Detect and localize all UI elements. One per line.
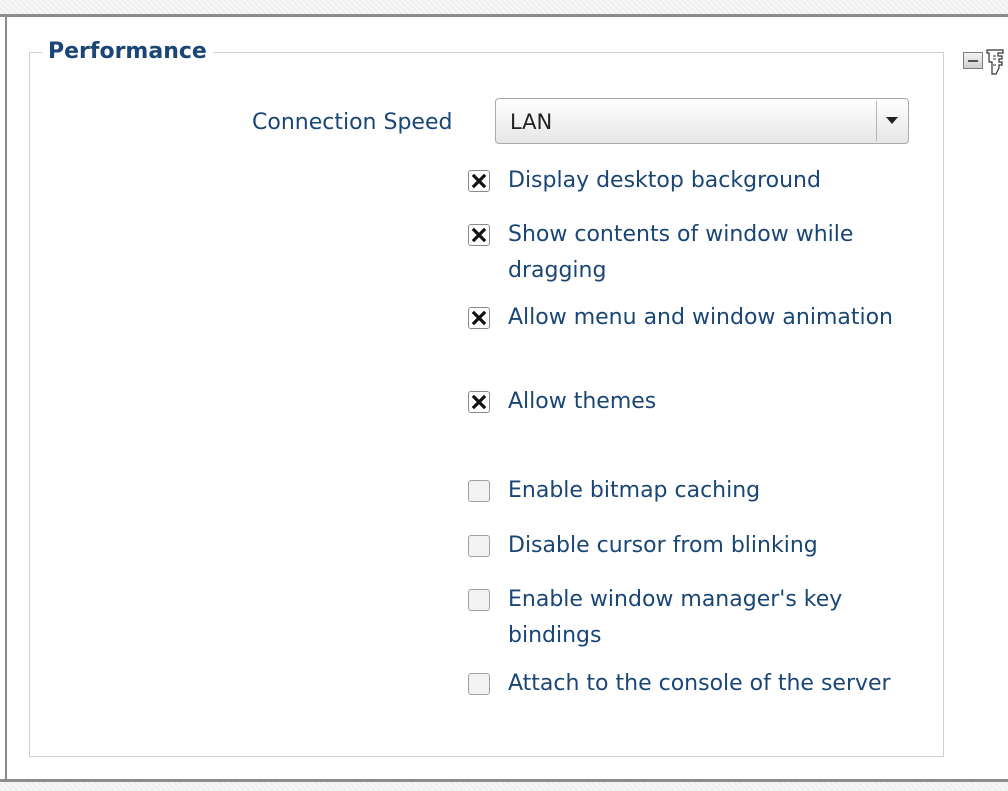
- x-mark-icon: [472, 311, 486, 325]
- chevron-down-icon[interactable]: [876, 101, 906, 141]
- option-label: Show contents of window while dragging: [508, 222, 854, 283]
- header-strip: [0, 0, 1008, 15]
- connection-speed-select[interactable]: LAN: [495, 98, 909, 144]
- connection-speed-value: LAN: [510, 110, 553, 134]
- minus-icon: [968, 60, 978, 62]
- option-label: Disable cursor from blinking: [508, 533, 818, 558]
- section-title: Performance: [42, 37, 213, 67]
- connection-speed-label: Connection Speed: [252, 110, 453, 135]
- checkbox-unchecked[interactable]: [468, 480, 490, 502]
- x-mark-icon: [472, 174, 486, 188]
- checkbox-unchecked[interactable]: [468, 673, 490, 695]
- x-mark-icon: [472, 228, 486, 242]
- x-mark-icon: [472, 395, 486, 409]
- checkbox-checked[interactable]: [468, 307, 490, 329]
- hand-pointer-icon: [986, 49, 1004, 75]
- checkbox-unchecked[interactable]: [468, 535, 490, 557]
- option-label: Enable bitmap caching: [508, 478, 761, 503]
- checkbox-unchecked[interactable]: [468, 589, 490, 611]
- option-label: Allow themes: [508, 389, 657, 414]
- option-label: Attach to the console of the server: [508, 671, 891, 696]
- collapse-button[interactable]: [963, 52, 983, 69]
- option-label: Allow menu and window animation: [508, 305, 893, 330]
- checkbox-checked[interactable]: [468, 391, 490, 413]
- option-label: Enable window manager's key bindings: [508, 587, 843, 648]
- footer-strip: [0, 782, 1008, 791]
- left-divider: [5, 15, 7, 781]
- checkbox-checked[interactable]: [468, 170, 490, 192]
- top-divider: [0, 14, 1008, 17]
- option-label: Display desktop background: [508, 168, 821, 193]
- checkbox-checked[interactable]: [468, 224, 490, 246]
